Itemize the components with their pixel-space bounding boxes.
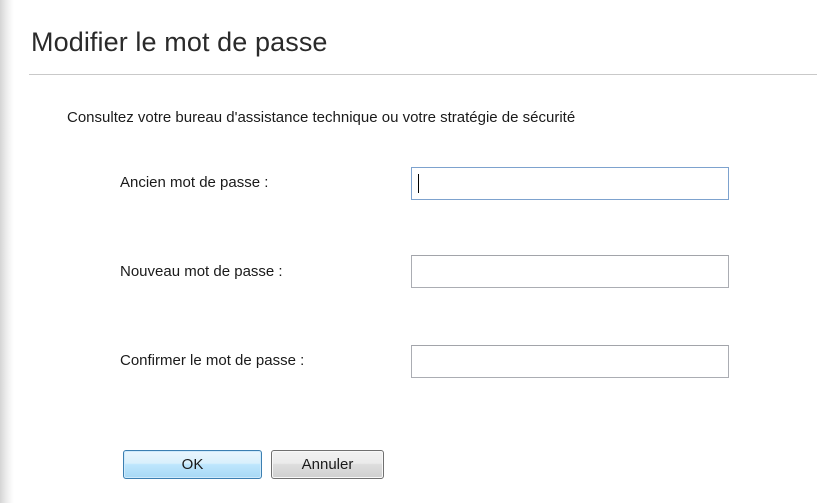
confirm-password-label: Confirmer le mot de passe : — [120, 352, 305, 369]
ok-button[interactable]: OK — [123, 450, 262, 479]
cancel-button[interactable]: Annuler — [271, 450, 384, 479]
window-edge-shadow — [0, 0, 14, 503]
dialog-title: Modifier le mot de passe — [31, 27, 328, 57]
new-password-label: Nouveau mot de passe : — [120, 263, 283, 280]
new-password-field[interactable] — [411, 255, 729, 288]
old-password-field[interactable] — [411, 167, 729, 200]
title-divider — [29, 74, 817, 75]
old-password-label: Ancien mot de passe : — [120, 174, 269, 191]
change-password-dialog: Modifier le mot de passe Consultez votre… — [0, 0, 817, 503]
text-caret — [418, 174, 419, 193]
confirm-password-field[interactable] — [411, 345, 729, 378]
dialog-description: Consultez votre bureau d'assistance tech… — [67, 109, 576, 126]
